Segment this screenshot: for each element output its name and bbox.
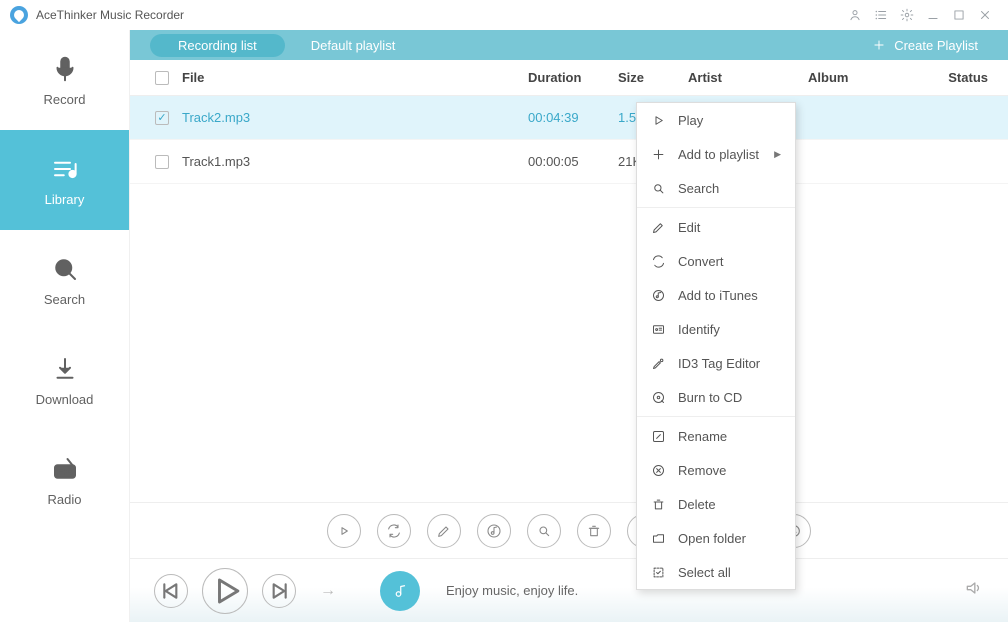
app-logo-icon [10,6,28,24]
menu-label: Convert [678,254,724,269]
col-size[interactable]: Size [618,70,688,85]
menu-label: ID3 Tag Editor [678,356,760,371]
titlebar: AceThinker Music Recorder [0,0,1008,30]
menu-label: Search [678,181,719,196]
plus-icon [872,38,886,52]
context-menu: Play Add to playlist ▶ Search Edit Conver… [636,102,796,590]
menu-convert[interactable]: Convert [637,244,795,278]
menu-label: Open folder [678,531,746,546]
album-art-icon [380,571,420,611]
menu-label: Select all [678,565,731,580]
table-row[interactable]: Track2.mp3 00:04:39 1.51MB [130,96,1008,140]
menu-add-to-itunes[interactable]: Add to iTunes [637,278,795,312]
convert-action-button[interactable] [377,514,411,548]
cell-file: Track2.mp3 [182,110,528,125]
cell-duration: 00:00:05 [528,154,618,169]
repeat-mode-icon[interactable]: → [320,582,336,600]
menu-burn-to-cd[interactable]: Burn to CD [637,380,795,414]
sidebar-item-download[interactable]: Download [0,330,129,430]
col-status[interactable]: Status [928,70,988,85]
menu-edit[interactable]: Edit [637,210,795,244]
menu-rename[interactable]: Rename [637,419,795,453]
menu-label: Play [678,113,703,128]
menu-open-folder[interactable]: Open folder [637,521,795,555]
sidebar-item-label: Record [44,92,86,107]
select-all-checkbox[interactable] [155,71,169,85]
play-action-button[interactable] [327,514,361,548]
menu-add-to-playlist[interactable]: Add to playlist ▶ [637,137,795,171]
menu-label: Remove [678,463,726,478]
col-file[interactable]: File [182,70,528,85]
search-action-button[interactable] [527,514,561,548]
prev-button[interactable] [154,574,188,608]
sidebar-item-label: Library [45,192,85,207]
app-title: AceThinker Music Recorder [36,8,184,22]
col-duration[interactable]: Duration [528,70,618,85]
itunes-action-button[interactable] [477,514,511,548]
row-checkbox[interactable] [155,111,169,125]
edit-action-button[interactable] [427,514,461,548]
account-icon[interactable] [842,2,868,28]
menu-play[interactable]: Play [637,103,795,137]
radio-icon [50,454,80,484]
player-bar: → Enjoy music, enjoy life. [130,558,1008,622]
volume-icon[interactable] [964,578,984,603]
action-toolbar [130,502,1008,558]
sidebar-item-record[interactable]: Record [0,30,129,130]
menu-label: Burn to CD [678,390,742,405]
table-row[interactable]: Track1.mp3 00:00:05 21KB [130,140,1008,184]
tabs-bar: Recording list Default playlist Create P… [130,30,1008,60]
next-button[interactable] [262,574,296,608]
sidebar-item-label: Search [44,292,85,307]
create-playlist-button[interactable]: Create Playlist [872,38,1008,53]
menu-label: Rename [678,429,727,444]
minimize-button[interactable] [920,2,946,28]
submenu-arrow-icon: ▶ [774,149,781,160]
list-icon[interactable] [868,2,894,28]
mic-icon [50,54,80,84]
row-checkbox[interactable] [155,155,169,169]
menu-search[interactable]: Search [637,171,795,205]
menu-label: Delete [678,497,716,512]
cell-duration: 00:04:39 [528,110,618,125]
create-playlist-label: Create Playlist [894,38,978,53]
search-icon [50,254,80,284]
menu-delete[interactable]: Delete [637,487,795,521]
delete-action-button[interactable] [577,514,611,548]
track-list: Track2.mp3 00:04:39 1.51MB Track1.mp3 00… [130,96,1008,502]
sidebar-item-radio[interactable]: Radio [0,430,129,530]
menu-remove[interactable]: Remove [637,453,795,487]
menu-select-all[interactable]: Select all [637,555,795,589]
play-button[interactable] [202,568,248,614]
download-icon [50,354,80,384]
table-header: File Duration Size Artist Album Status [130,60,1008,96]
col-album[interactable]: Album [808,70,928,85]
menu-identify[interactable]: Identify [637,312,795,346]
sidebar: Record Library Search Download Radio [0,30,130,622]
menu-label: Identify [678,322,720,337]
sidebar-item-search[interactable]: Search [0,230,129,330]
col-artist[interactable]: Artist [688,70,808,85]
settings-icon[interactable] [894,2,920,28]
menu-label: Add to playlist [678,147,759,162]
sidebar-item-label: Radio [48,492,82,507]
menu-id3-tag-editor[interactable]: ID3 Tag Editor [637,346,795,380]
menu-label: Edit [678,220,700,235]
menu-label: Add to iTunes [678,288,758,303]
main-panel: Recording list Default playlist Create P… [130,30,1008,622]
tab-recording-list[interactable]: Recording list [150,34,285,57]
sidebar-item-library[interactable]: Library [0,130,129,230]
maximize-button[interactable] [946,2,972,28]
cell-file: Track1.mp3 [182,154,528,169]
sidebar-item-label: Download [36,392,94,407]
tab-default-playlist[interactable]: Default playlist [311,38,396,53]
close-button[interactable] [972,2,998,28]
library-icon [50,154,80,184]
